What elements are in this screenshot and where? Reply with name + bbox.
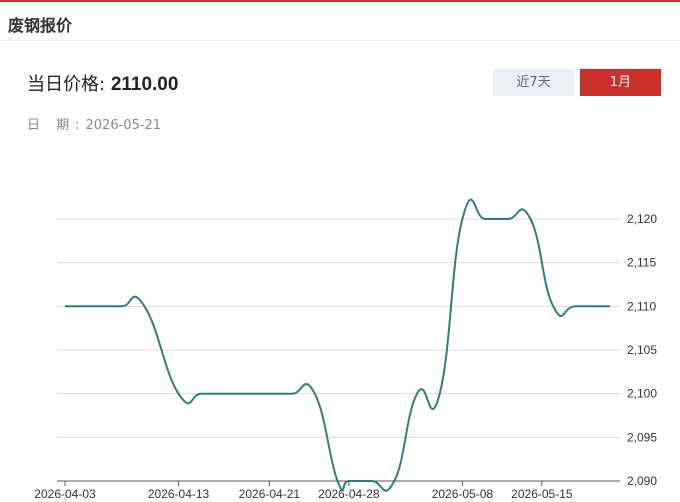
y-tick-label: 2,110	[627, 299, 656, 313]
y-tick-label: 2,115	[627, 256, 656, 270]
price-chart: 2,090 2,095 2,100 2,105 2,110 2,115 2,120 2026…	[34, 198, 657, 501]
x-tick-label: 2026-04-03	[34, 487, 96, 501]
x-tick-label: 2026-05-08	[432, 487, 494, 501]
x-tick-label: 2026-04-28	[318, 487, 380, 501]
series-line	[65, 198, 610, 492]
y-tick-label: 2,095	[627, 430, 657, 444]
y-tick-label: 2,100	[627, 387, 657, 401]
x-tick-label: 2026-04-13	[148, 487, 210, 501]
x-tick-label: 2026-05-15	[511, 487, 573, 501]
x-tick-label: 2026-04-21	[239, 487, 301, 501]
y-tick-label: 2,120	[627, 212, 657, 226]
y-tick-label: 2,105	[627, 343, 657, 357]
y-tick-label: 2,090	[627, 474, 657, 488]
